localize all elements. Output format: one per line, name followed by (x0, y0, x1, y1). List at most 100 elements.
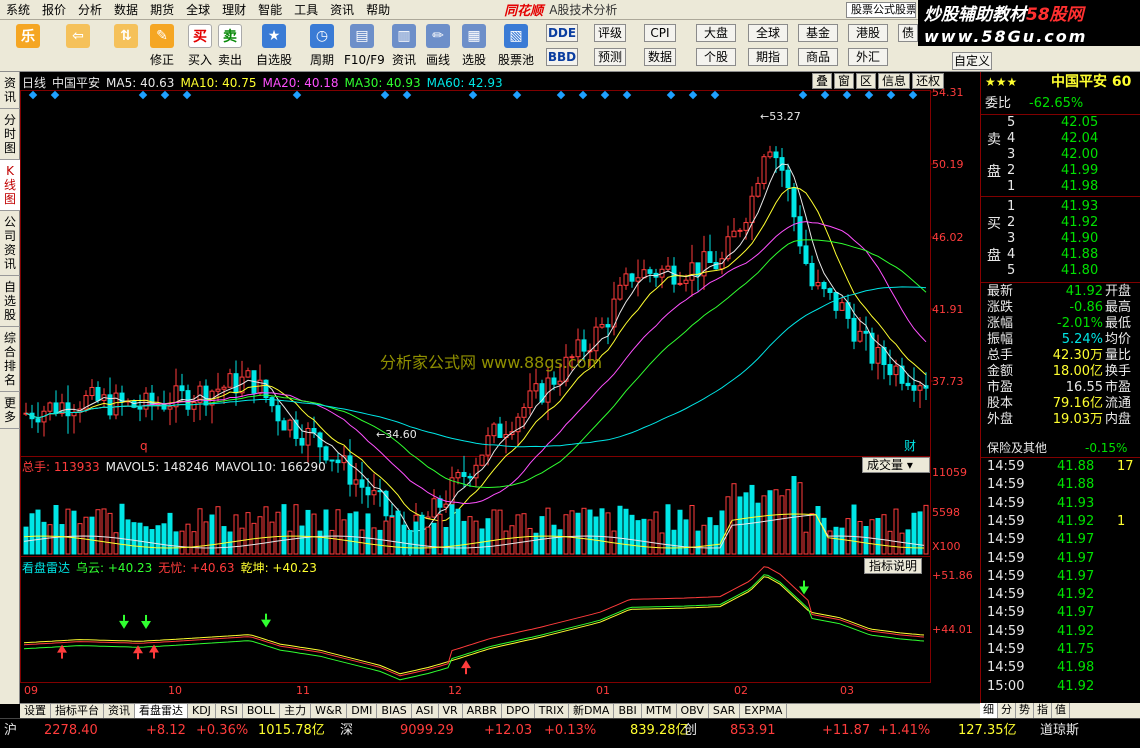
menu-item[interactable]: 期货 (144, 0, 180, 20)
menu-item[interactable]: 分析 (72, 0, 108, 20)
draw-button[interactable]: ✏ 画线 (420, 22, 456, 70)
event-marker-icon[interactable] (292, 90, 302, 100)
indicator-tab[interactable]: MTM (642, 704, 677, 718)
left-tab[interactable]: 综合排名 (0, 327, 20, 392)
event-marker-icon[interactable] (600, 90, 610, 100)
forecast-button[interactable]: 预测 (594, 48, 626, 66)
indicator-tab[interactable]: KDJ (188, 704, 216, 718)
dapan-button[interactable]: 大盘 (696, 24, 736, 42)
menu-item[interactable]: 报价 (36, 0, 72, 20)
indicator-tab[interactable]: BIAS (377, 704, 412, 718)
modify-button[interactable]: ✎ 修正 (142, 22, 182, 70)
kline-tool-button[interactable]: 窗 (834, 73, 855, 89)
info-button[interactable]: ▥ 资讯 (386, 22, 422, 70)
indicator-tab[interactable]: BBI (614, 704, 642, 718)
indicator-tab[interactable]: RSI (216, 704, 243, 718)
event-marker-icon[interactable] (50, 90, 60, 100)
quote-tab[interactable]: 分 (998, 703, 1016, 718)
event-marker-icon[interactable] (138, 90, 148, 100)
menu-item[interactable]: 工具 (288, 0, 324, 20)
stock-button[interactable]: 个股 (696, 48, 736, 66)
indicator-tab[interactable]: W&R (311, 704, 348, 718)
updown-button[interactable]: ⇅ (106, 22, 146, 70)
menu-item[interactable]: 全球 (180, 0, 216, 20)
left-tab[interactable]: 更多 (0, 392, 20, 429)
cpi-button[interactable]: CPI (644, 24, 676, 42)
kline-tool-button[interactable]: 还权 (912, 73, 945, 89)
indicator-tab[interactable]: VR (439, 704, 463, 718)
quote-tab[interactable]: 值 (1052, 703, 1070, 718)
sell-button[interactable]: 卖卖出 (212, 22, 248, 70)
event-marker-icon[interactable] (710, 90, 720, 100)
indicator-tab[interactable]: DMI (347, 704, 378, 718)
indicator-tab[interactable]: DPO (502, 704, 535, 718)
menu-item[interactable]: 理财 (216, 0, 252, 20)
indicator-tab[interactable]: BOLL (243, 704, 281, 718)
f10-button[interactable]: ▤ F10/F9 (344, 22, 385, 70)
indicator-tab[interactable]: OBV (677, 704, 709, 718)
pool-button[interactable]: ▧ 股票池 (498, 22, 534, 70)
event-marker-icon[interactable] (556, 90, 566, 100)
event-marker-icon[interactable] (798, 90, 808, 100)
hk-button[interactable]: 港股 (848, 24, 888, 42)
menu-item[interactable]: 资讯 (324, 0, 360, 20)
data-button[interactable]: 数据 (644, 48, 676, 66)
period-button[interactable]: ◷ 周期 (304, 22, 340, 70)
left-tab[interactable]: 自选股 (0, 276, 20, 327)
chart-canvas[interactable]: 54.3150.1946.0241.9137.73110595598X100+5… (20, 72, 980, 704)
kline-tool-button[interactable]: 叠 (812, 73, 833, 89)
rating-button[interactable]: 评级 (594, 24, 626, 42)
promo-banner[interactable]: 股票公式股票 (846, 2, 916, 18)
left-tab[interactable]: 分时图 (0, 109, 20, 160)
indicator-tab[interactable]: ARBR (463, 704, 503, 718)
indicator-tab[interactable]: EXPMA (740, 704, 788, 718)
indicator-help-button[interactable]: 指标说明 (864, 558, 923, 574)
quote-tab[interactable]: 指 (1034, 703, 1052, 718)
event-marker-icon[interactable] (380, 90, 390, 100)
quote-tab[interactable]: 细 (980, 703, 998, 718)
dde-button[interactable]: DDE (546, 24, 578, 42)
event-marker-icon[interactable] (512, 90, 522, 100)
indicator-tab[interactable]: 指标平台 (51, 704, 104, 718)
indicator-tab[interactable]: ASI (412, 704, 439, 718)
watch-button[interactable]: ★ 自选股 (256, 22, 292, 70)
left-tab[interactable]: K线图 (0, 160, 20, 211)
quote-tab[interactable]: 势 (1016, 703, 1034, 718)
kline-tool-button[interactable]: 区 (856, 73, 877, 89)
event-marker-icon[interactable] (820, 90, 830, 100)
indicator-tab[interactable]: 主力 (280, 704, 312, 718)
menu-item[interactable]: 系统 (0, 0, 36, 20)
indicator-tab[interactable]: SAR (709, 704, 741, 718)
event-marker-icon[interactable] (688, 90, 698, 100)
indicator-tab[interactable]: 看盘雷达 (135, 704, 188, 718)
event-marker-icon[interactable] (160, 90, 170, 100)
global-button[interactable]: 全球 (748, 24, 788, 42)
event-marker-icon[interactable] (622, 90, 632, 100)
le-button[interactable]: 乐 (8, 22, 48, 70)
fund-button[interactable]: 基金 (798, 24, 838, 42)
custom-button[interactable]: 自定义 (952, 52, 992, 70)
bond-button[interactable]: 债 (898, 24, 918, 42)
futures-button[interactable]: 期指 (748, 48, 788, 66)
volume-indicator-button[interactable]: 成交量 ▾ (862, 457, 930, 473)
indicator-tab[interactable]: 新DMA (569, 704, 615, 718)
event-marker-icon[interactable] (402, 90, 412, 100)
menu-item[interactable]: 帮助 (360, 0, 396, 20)
event-marker-icon[interactable] (908, 90, 918, 100)
bbd-button[interactable]: BBD (546, 48, 578, 66)
commodity-button[interactable]: 商品 (798, 48, 838, 66)
indicator-tab[interactable]: 设置 (20, 704, 51, 718)
left-tab[interactable]: 资讯 (0, 72, 20, 109)
event-marker-icon[interactable] (578, 90, 588, 100)
event-marker-icon[interactable] (886, 90, 896, 100)
event-marker-icon[interactable] (842, 90, 852, 100)
pick-button[interactable]: ▦ 选股 (456, 22, 492, 70)
event-marker-icon[interactable] (182, 90, 192, 100)
fx-button[interactable]: 外汇 (848, 48, 888, 66)
indicator-tab[interactable]: TRIX (535, 704, 569, 718)
back-button[interactable]: ⇦ (58, 22, 98, 70)
event-marker-icon[interactable] (666, 90, 676, 100)
menu-item[interactable]: 智能 (252, 0, 288, 20)
kline-tool-button[interactable]: 信息 (878, 73, 911, 89)
event-marker-icon[interactable] (28, 90, 38, 100)
